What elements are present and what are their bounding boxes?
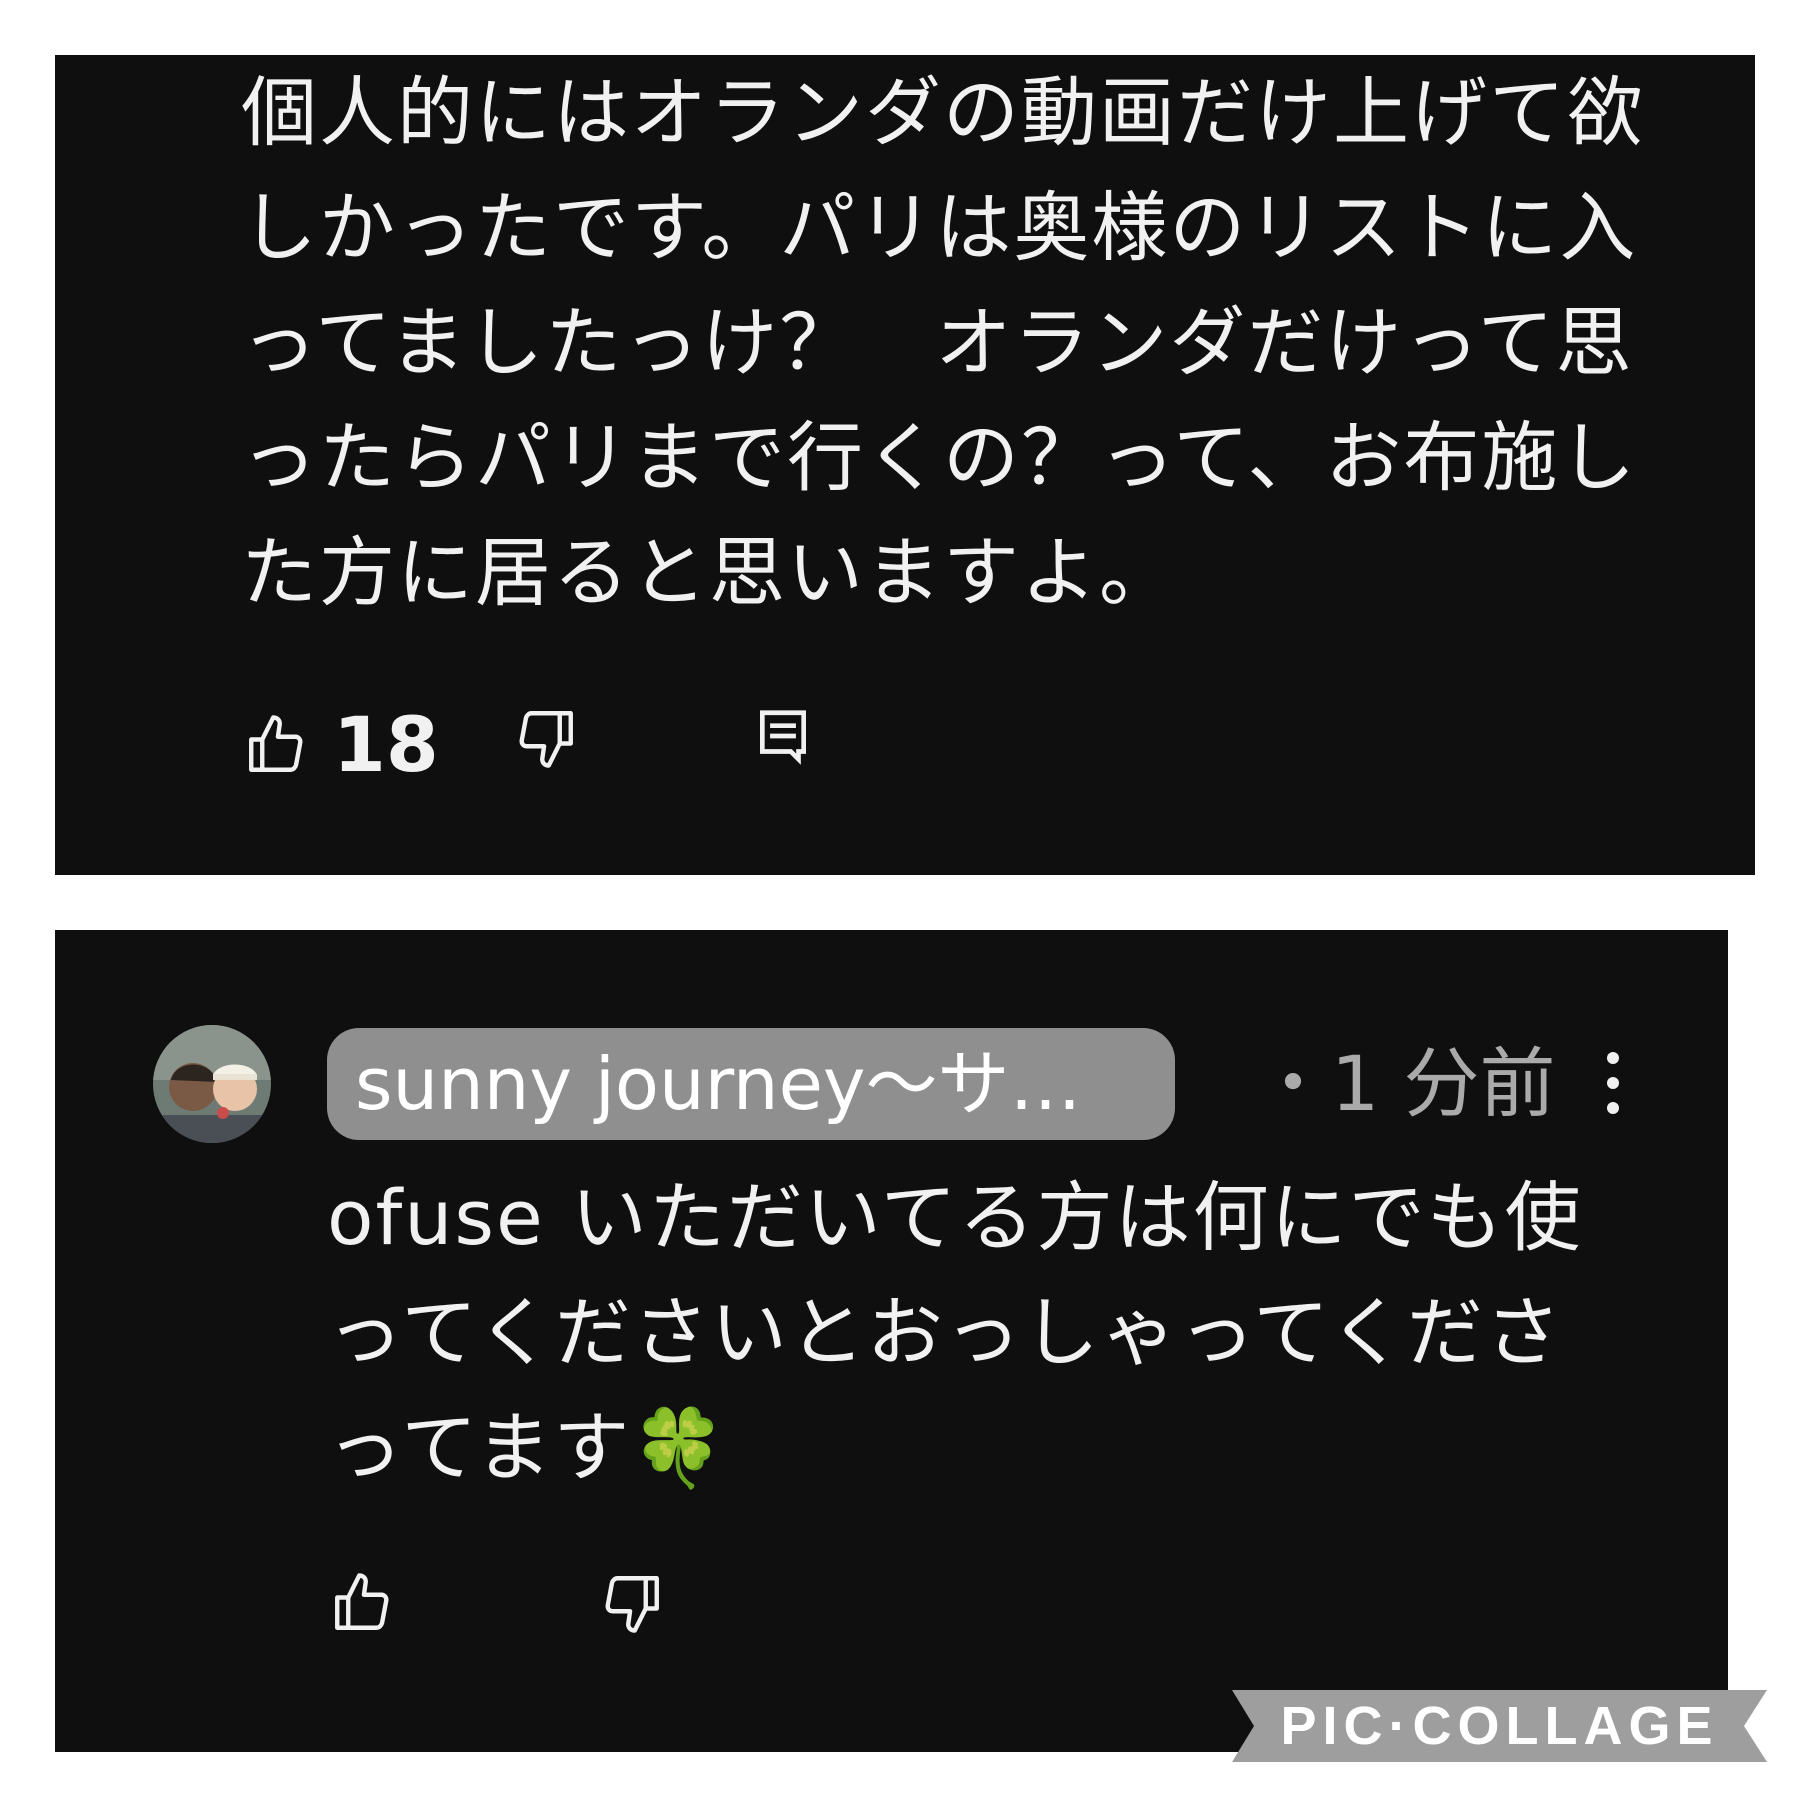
- more-vertical-icon: [1593, 1052, 1633, 1122]
- thumbs-up-icon: [327, 1570, 397, 1636]
- comment-text: 個人的にはオランダの動画だけ上げて欲しかったです。パリは奥様のリストに入ってまし…: [241, 68, 1645, 617]
- like-button[interactable]: [327, 1570, 397, 1636]
- like-button[interactable]: 18: [241, 705, 439, 785]
- thumbs-down-icon: [511, 705, 581, 771]
- comment-text: ofuse いただいてる方は何にでも使ってくださいとおっしゃってくださってます🍀: [327, 1173, 1583, 1492]
- thumbs-down-icon: [597, 1570, 667, 1636]
- watermark-text: PIC·COLLAGE: [1280, 1696, 1719, 1756]
- comment-card-1: 個人的にはオランダの動画だけ上げて欲しかったです。パリは奥様のリストに入ってまし…: [55, 55, 1755, 875]
- more-options-button[interactable]: [1593, 1048, 1633, 1118]
- avatar[interactable]: [153, 1025, 271, 1143]
- dislike-button[interactable]: [597, 1570, 667, 1636]
- author-name-chip[interactable]: sunny journey～サ…: [327, 1028, 1175, 1140]
- dislike-button[interactable]: [511, 705, 581, 771]
- comment-card-2: sunny journey～サ… ・1 分前 ofuse いただいてる方は何にで…: [55, 930, 1728, 1752]
- like-count: 18: [333, 700, 439, 789]
- comment-timestamp: ・1 分前: [1255, 1039, 1556, 1128]
- pic-collage-watermark: PIC·COLLAGE: [1232, 1690, 1767, 1762]
- thumbs-up-icon: [241, 712, 311, 778]
- reply-button[interactable]: [756, 705, 810, 767]
- reply-icon: [756, 705, 810, 767]
